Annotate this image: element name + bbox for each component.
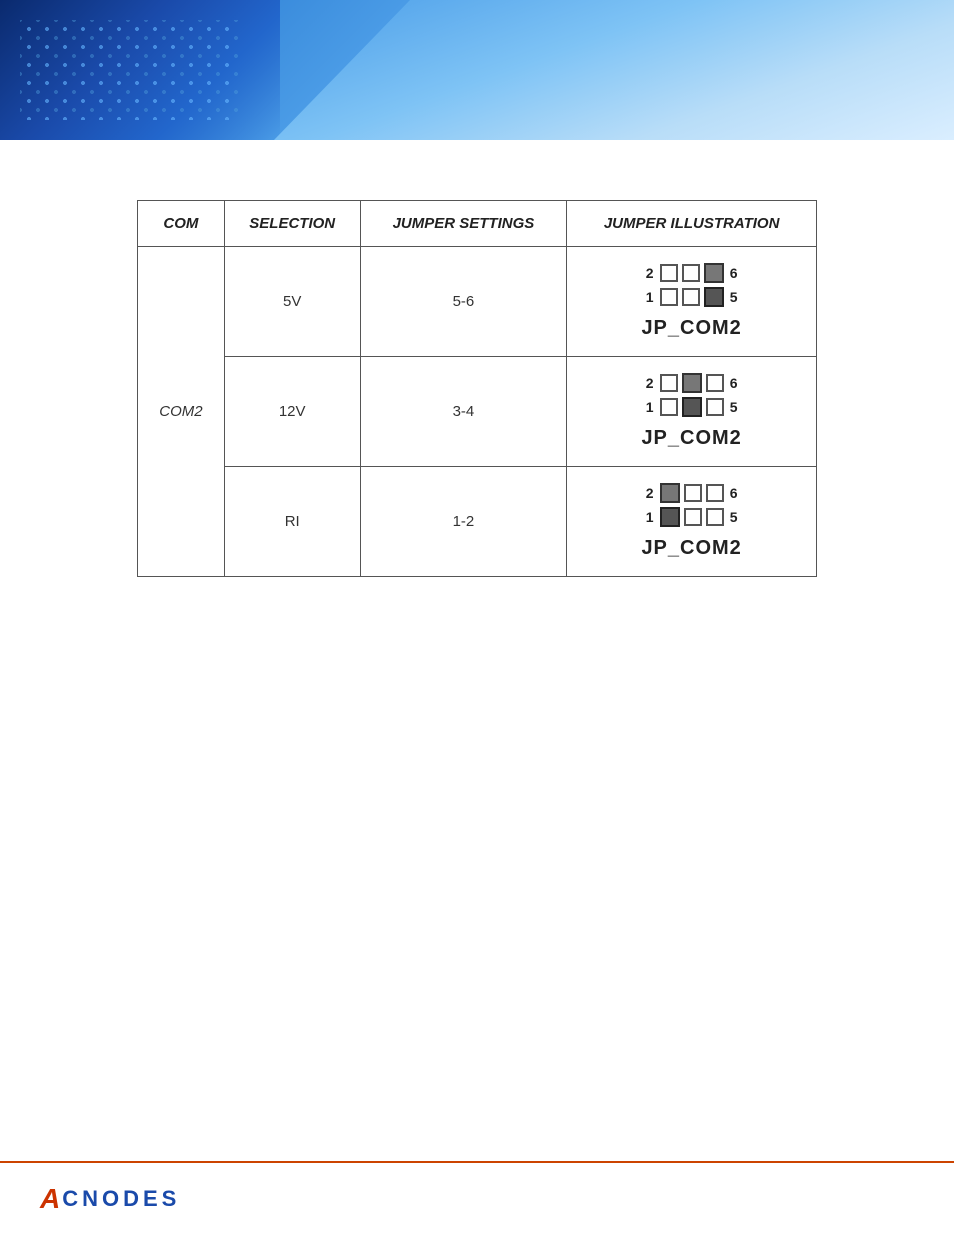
col-header-com: COM <box>138 201 225 247</box>
pin-3 <box>682 288 700 306</box>
footer: A CNODES <box>0 1161 954 1235</box>
jp-row-bottom-ri: 1 5 <box>644 507 740 527</box>
pin-label-5: 5 <box>728 289 740 305</box>
pin-5c <box>706 508 724 526</box>
pin-5-active <box>704 287 724 307</box>
jumper-table: COM SELECTION JUMPER SETTINGS JUMPER ILL… <box>137 200 817 577</box>
pin-4-active <box>682 373 702 393</box>
header-banner <box>0 0 954 140</box>
pin-label-2: 2 <box>644 265 656 281</box>
pin-label-1c: 1 <box>644 509 656 525</box>
table-row: 12V 3-4 2 6 1 <box>138 357 817 467</box>
logo-text: CNODES <box>62 1186 180 1212</box>
jumper-settings-5-6: 5-6 <box>360 247 567 357</box>
jp-name-5v: JP_COM2 <box>641 317 741 340</box>
pin-1b <box>660 398 678 416</box>
jp-row-top-12v: 2 6 <box>644 373 740 393</box>
pin-5b <box>706 398 724 416</box>
pin-label-5b: 5 <box>728 399 740 415</box>
pin-3c <box>684 508 702 526</box>
pin-6-active <box>704 263 724 283</box>
jp-grid-12v: 2 6 1 5 <box>644 373 740 417</box>
jp-illustration-5v: 2 6 1 5 <box>579 255 804 348</box>
circuit-overlay <box>0 0 280 140</box>
table-row: RI 1-2 2 6 1 <box>138 467 817 577</box>
selection-5v: 5V <box>224 247 360 357</box>
pin-6b <box>706 374 724 392</box>
com-label-com2: COM2 <box>138 247 225 577</box>
pin-label-2b: 2 <box>644 375 656 391</box>
col-header-jumper-illustration: JUMPER ILLUSTRATION <box>567 201 817 247</box>
pin-3-active <box>682 397 702 417</box>
illustration-5v: 2 6 1 5 <box>567 247 817 357</box>
illustration-12v: 2 6 1 5 <box>567 357 817 467</box>
table-row: COM2 5V 5-6 2 6 <box>138 247 817 357</box>
jp-row-top-ri: 2 6 <box>644 483 740 503</box>
col-header-jumper-settings: JUMPER SETTINGS <box>360 201 567 247</box>
jp-row-bottom: 1 5 <box>644 287 740 307</box>
jp-name-ri: JP_COM2 <box>641 537 741 560</box>
pin-label-1: 1 <box>644 289 656 305</box>
pin-4c <box>684 484 702 502</box>
pin-label-1b: 1 <box>644 399 656 415</box>
jp-illustration-ri: 2 6 1 5 <box>579 475 804 568</box>
col-header-selection: SELECTION <box>224 201 360 247</box>
jp-name-12v: JP_COM2 <box>641 427 741 450</box>
pin-label-6b: 6 <box>728 375 740 391</box>
illustration-ri: 2 6 1 5 <box>567 467 817 577</box>
pin-2 <box>660 264 678 282</box>
jp-grid-ri: 2 6 1 5 <box>644 483 740 527</box>
pin-label-5c: 5 <box>728 509 740 525</box>
main-content: COM SELECTION JUMPER SETTINGS JUMPER ILL… <box>0 140 954 637</box>
jp-row-bottom-12v: 1 5 <box>644 397 740 417</box>
pin-2b <box>660 374 678 392</box>
pin-2-active <box>660 483 680 503</box>
jumper-settings-1-2: 1-2 <box>360 467 567 577</box>
selection-ri: RI <box>224 467 360 577</box>
logo-a: A <box>40 1183 60 1215</box>
footer-logo: A CNODES <box>40 1183 914 1215</box>
selection-12v: 12V <box>224 357 360 467</box>
circuit-dots <box>0 0 280 140</box>
pin-4 <box>682 264 700 282</box>
pin-label-6c: 6 <box>728 485 740 501</box>
jumper-settings-3-4: 3-4 <box>360 357 567 467</box>
pin-6c <box>706 484 724 502</box>
jp-illustration-12v: 2 6 1 5 <box>579 365 804 458</box>
pin-1-active <box>660 507 680 527</box>
pin-label-2c: 2 <box>644 485 656 501</box>
jp-grid-5v: 2 6 1 5 <box>644 263 740 307</box>
jp-row-top: 2 6 <box>644 263 740 283</box>
pin-label-6: 6 <box>728 265 740 281</box>
pin-1 <box>660 288 678 306</box>
